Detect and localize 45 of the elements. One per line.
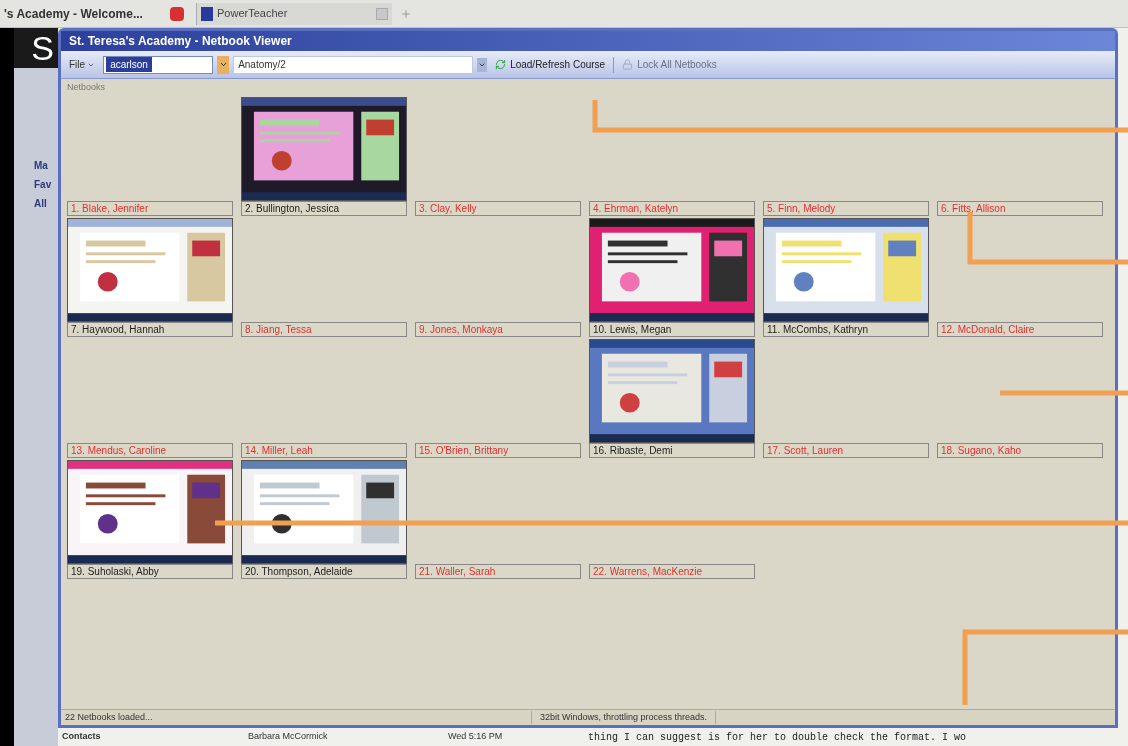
netbook-label[interactable]: 7. Haywood, Hannah <box>67 322 233 337</box>
file-menu[interactable]: File <box>65 57 100 72</box>
netbook-label[interactable]: 16. Ribaste, Demi <box>589 443 755 458</box>
mail-sender: Barbara McCormick <box>247 730 329 744</box>
sidebar-fragment: Ma <box>34 159 49 173</box>
netbook-label[interactable]: 6. Fitts, Allison <box>937 201 1103 216</box>
netbook-label[interactable]: 13. Mendus, Caroline <box>67 443 233 458</box>
netbook-label[interactable]: 17. Scott, Lauren <box>763 443 929 458</box>
browser-tab[interactable]: PowerTeacher <box>196 2 392 25</box>
netbook-label[interactable]: 3. Clay, Kelly <box>415 201 581 216</box>
contacts-label: Contacts <box>61 730 102 744</box>
status-text: 22 Netbooks loaded... <box>64 710 154 724</box>
dropdown-icon[interactable] <box>477 57 488 72</box>
user-field[interactable]: acarlson <box>103 55 214 74</box>
refresh-icon <box>495 59 507 70</box>
netbook-label[interactable]: 9. Jones, Monkaya <box>415 322 581 337</box>
netbook-label[interactable]: 11. McCombs, Kathryn <box>763 322 929 337</box>
course-field[interactable]: Anatomy/2 <box>233 55 474 74</box>
banner-letter: S <box>31 31 54 65</box>
status-text: 32bit Windows, throttling process threads. <box>531 710 717 725</box>
netbook-label[interactable]: 18. Sugano, Kaho <box>937 443 1103 458</box>
netbook-label[interactable]: 19. Suholaski, Abby <box>67 564 233 579</box>
netbook-label[interactable]: 15. O'Brien, Brittany <box>415 443 581 458</box>
netbook-label[interactable]: 21. Waller, Sarah <box>415 564 581 579</box>
netbook-label[interactable]: 22. Warrens, MacKenzie <box>589 564 755 579</box>
browser-tab[interactable]: 's Academy - Welcome... <box>0 2 188 25</box>
lock-icon <box>622 59 634 70</box>
sidebar-fragment: Fav <box>34 178 53 192</box>
netbook-label[interactable]: 14. Miller, Leah <box>241 443 407 458</box>
document-text: thing I can suggest is for her to double check the format. I wo <box>588 730 967 745</box>
netbook-label[interactable]: 2. Bullington, Jessica <box>241 201 407 216</box>
mail-time: Wed 5:16 PM <box>447 730 504 744</box>
netbook-label[interactable]: 4. Ehrman, Katelyn <box>589 201 755 216</box>
group-label: Netbooks <box>67 81 107 93</box>
load-button[interactable]: Load/Refresh Course <box>491 57 610 72</box>
netbook-label[interactable]: 1. Blake, Jennifer <box>67 201 233 216</box>
site-icon <box>201 6 213 21</box>
netbook-label[interactable]: 10. Lewis, Megan <box>589 322 755 337</box>
netbook-label[interactable]: 8. Jiang, Tessa <box>241 322 407 337</box>
sidebar-fragment: All <box>34 197 48 211</box>
window-title: St. Teresa's Academy - Netbook Viewer <box>61 31 1115 51</box>
netbook-label[interactable]: 12. McDonald, Claire <box>937 322 1103 337</box>
page-icon <box>376 7 388 20</box>
netbook-label[interactable]: 20. Thompson, Adelaide <box>241 564 407 579</box>
netbook-label[interactable]: 5. Finn, Melody <box>763 201 929 216</box>
